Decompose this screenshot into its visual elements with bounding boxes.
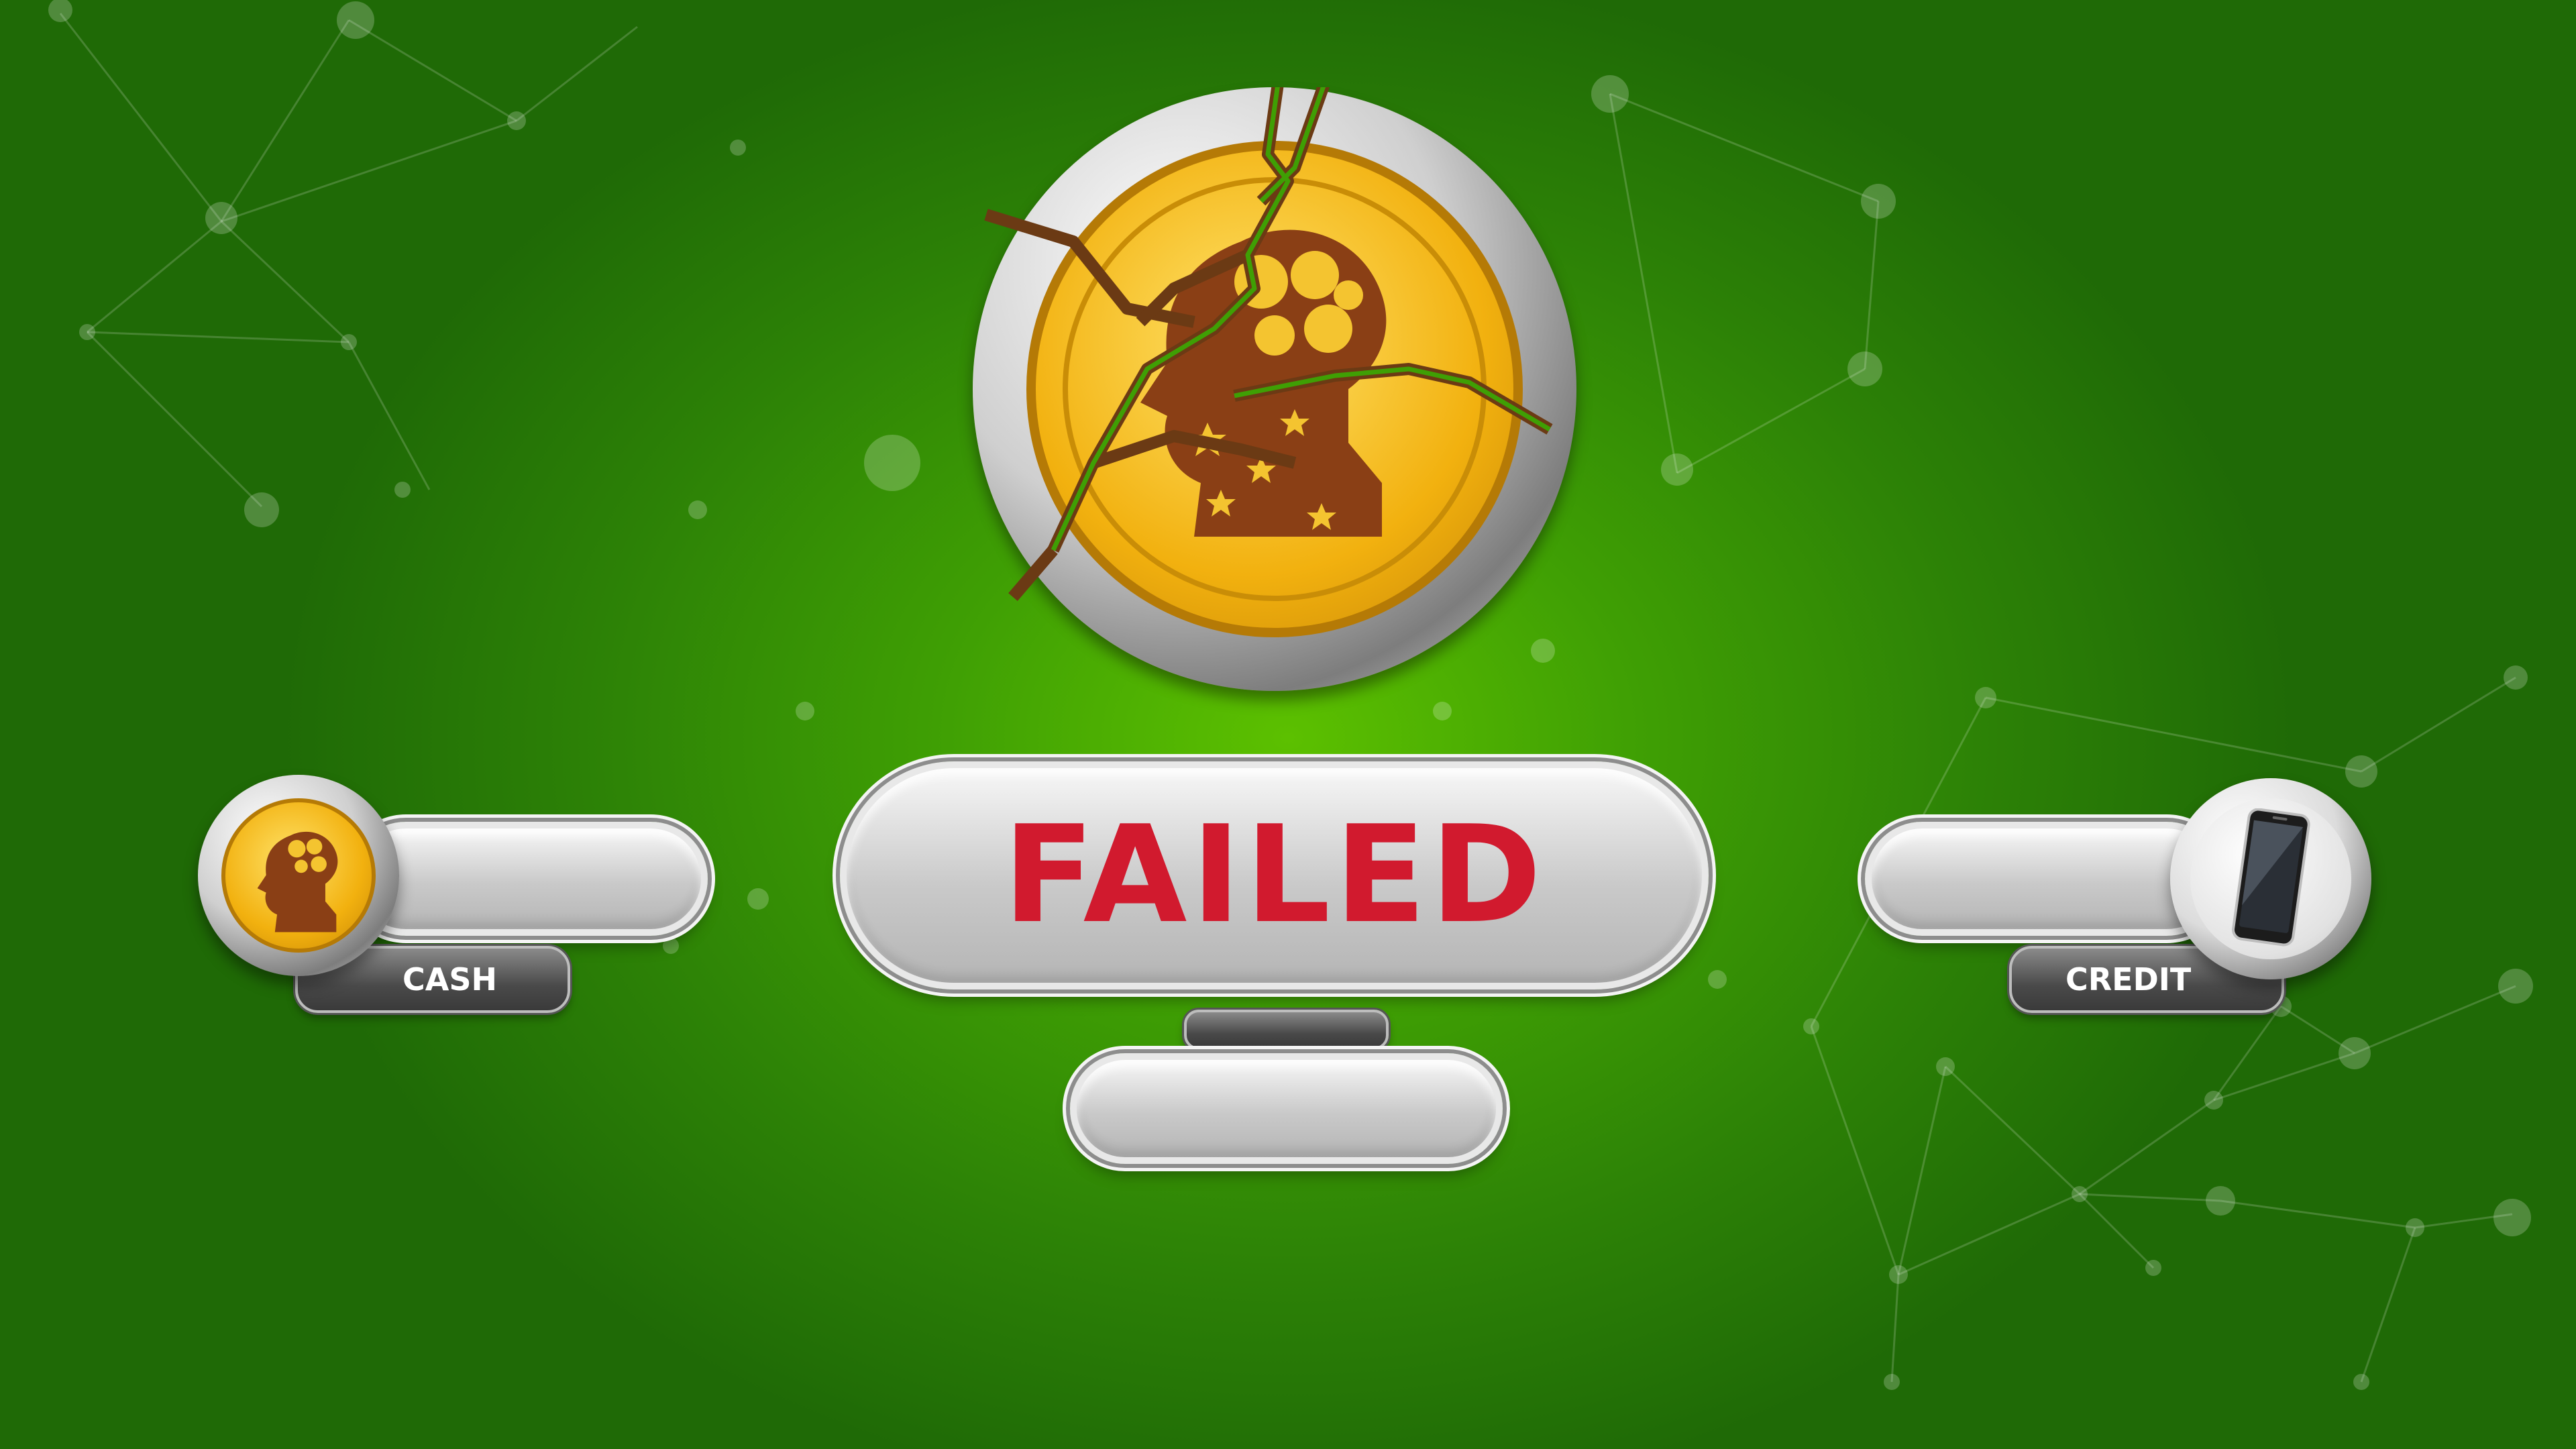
result-banner: FAILED — [840, 761, 1709, 989]
cash-head-icon — [257, 831, 338, 932]
result-tab — [1184, 1010, 1389, 1050]
result-status-text: FAILED — [1003, 797, 1546, 953]
coin-crack-lines — [984, 87, 1553, 601]
cash-value-field — [349, 822, 708, 936]
broken-coin-badge — [973, 87, 1576, 691]
continue-button[interactable] — [1070, 1053, 1503, 1164]
coin-brain-icon — [221, 798, 376, 953]
smartphone-icon — [2232, 808, 2310, 947]
credit-label: CREDIT — [2065, 961, 2192, 998]
cash-label: CASH — [402, 961, 497, 998]
